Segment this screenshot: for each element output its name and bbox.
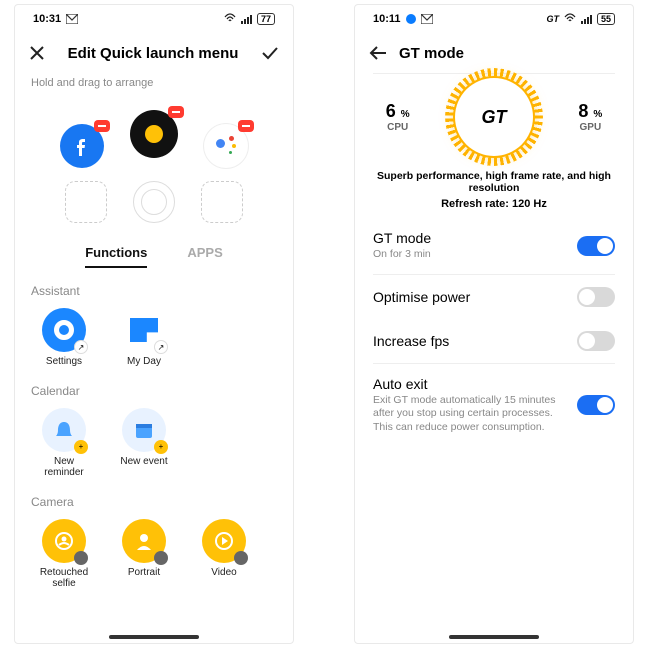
remove-icon[interactable]	[94, 120, 110, 132]
tab-bar: Functions APPS	[15, 241, 293, 278]
back-icon[interactable]	[369, 46, 387, 60]
battery-indicator: 55	[597, 13, 615, 25]
messenger-icon	[406, 14, 416, 24]
my-day-icon: ↗	[122, 308, 166, 352]
row-auto-exit: Auto exitExit GT mode automatically 15 m…	[355, 364, 633, 447]
selfie-icon	[42, 519, 86, 563]
gmail-icon	[421, 14, 433, 24]
gt-dial: GT	[455, 78, 533, 156]
section-camera: Camera	[15, 489, 293, 515]
toggle-auto-exit[interactable]	[577, 395, 615, 415]
header: GT mode	[355, 33, 633, 73]
empty-slot[interactable]	[201, 181, 243, 223]
toggle-increase-fps[interactable]	[577, 331, 615, 351]
reminder-icon: +	[42, 408, 86, 452]
battery-indicator: 77	[257, 13, 275, 25]
app-vinyl[interactable]	[130, 110, 178, 158]
cpu-stat: 6 % CPU	[386, 101, 410, 133]
status-time: 10:31	[33, 13, 61, 25]
page-title: Edit Quick launch menu	[57, 45, 249, 62]
toggle-optimise-power[interactable]	[577, 287, 615, 307]
center-slot[interactable]	[133, 181, 175, 223]
item-retouched-selfie[interactable]: Retouched selfie	[33, 519, 95, 590]
item-portrait[interactable]: Portrait	[113, 519, 175, 590]
event-icon: +	[122, 408, 166, 452]
item-settings[interactable]: ↗ Settings	[33, 308, 95, 368]
gmail-icon	[66, 14, 78, 24]
item-new-reminder[interactable]: + New reminder	[33, 408, 95, 479]
status-bar: 10:11 GT 55	[355, 5, 633, 33]
row-gt-mode: GT modeOn for 3 min	[355, 218, 633, 274]
gpu-stat: 8 % GPU	[578, 101, 602, 133]
video-icon	[202, 519, 246, 563]
stats-row: 6 % CPU GT 8 % GPU	[355, 74, 633, 160]
row-optimise-power: Optimise power	[355, 275, 633, 319]
tab-apps[interactable]: APPS	[187, 245, 222, 268]
refresh-rate: Refresh rate: 120 Hz	[355, 196, 633, 218]
signal-icon	[241, 15, 252, 24]
empty-slot[interactable]	[65, 181, 107, 223]
confirm-icon[interactable]	[261, 46, 279, 60]
portrait-icon	[122, 519, 166, 563]
item-video[interactable]: Video	[193, 519, 255, 590]
wifi-icon	[224, 13, 236, 25]
slot-row	[15, 175, 293, 241]
settings-icon: ↗	[42, 308, 86, 352]
remove-icon[interactable]	[238, 120, 254, 132]
nav-handle[interactable]	[109, 635, 199, 639]
arrange-area	[15, 97, 293, 175]
phone-edit-quick-launch: 10:31 77 Edit Quick launch menu Hold and…	[14, 4, 294, 644]
row-increase-fps: Increase fps	[355, 319, 633, 363]
item-my-day[interactable]: ↗ My Day	[113, 308, 175, 368]
remove-icon[interactable]	[168, 106, 184, 118]
section-calendar: Calendar	[15, 378, 293, 404]
close-icon[interactable]	[29, 45, 45, 61]
tab-functions[interactable]: Functions	[85, 245, 147, 268]
item-new-event[interactable]: + New event	[113, 408, 175, 479]
status-time: 10:11	[373, 13, 401, 25]
page-title: GT mode	[399, 45, 464, 62]
status-bar: 10:31 77	[15, 5, 293, 33]
nav-handle[interactable]	[449, 635, 539, 639]
signal-icon	[581, 15, 592, 24]
toggle-gt-mode[interactable]	[577, 236, 615, 256]
wifi-icon	[564, 13, 576, 25]
hint-text: Hold and drag to arrange	[15, 73, 293, 97]
app-facebook[interactable]	[60, 124, 104, 168]
phone-gt-mode: 10:11 GT 55 GT mode 6 % CPU GT 8 % GPU S…	[354, 4, 634, 644]
app-google-assistant[interactable]	[204, 124, 248, 168]
header: Edit Quick launch menu	[15, 33, 293, 73]
section-assistant: Assistant	[15, 278, 293, 304]
gt-status-icon: GT	[546, 14, 559, 24]
